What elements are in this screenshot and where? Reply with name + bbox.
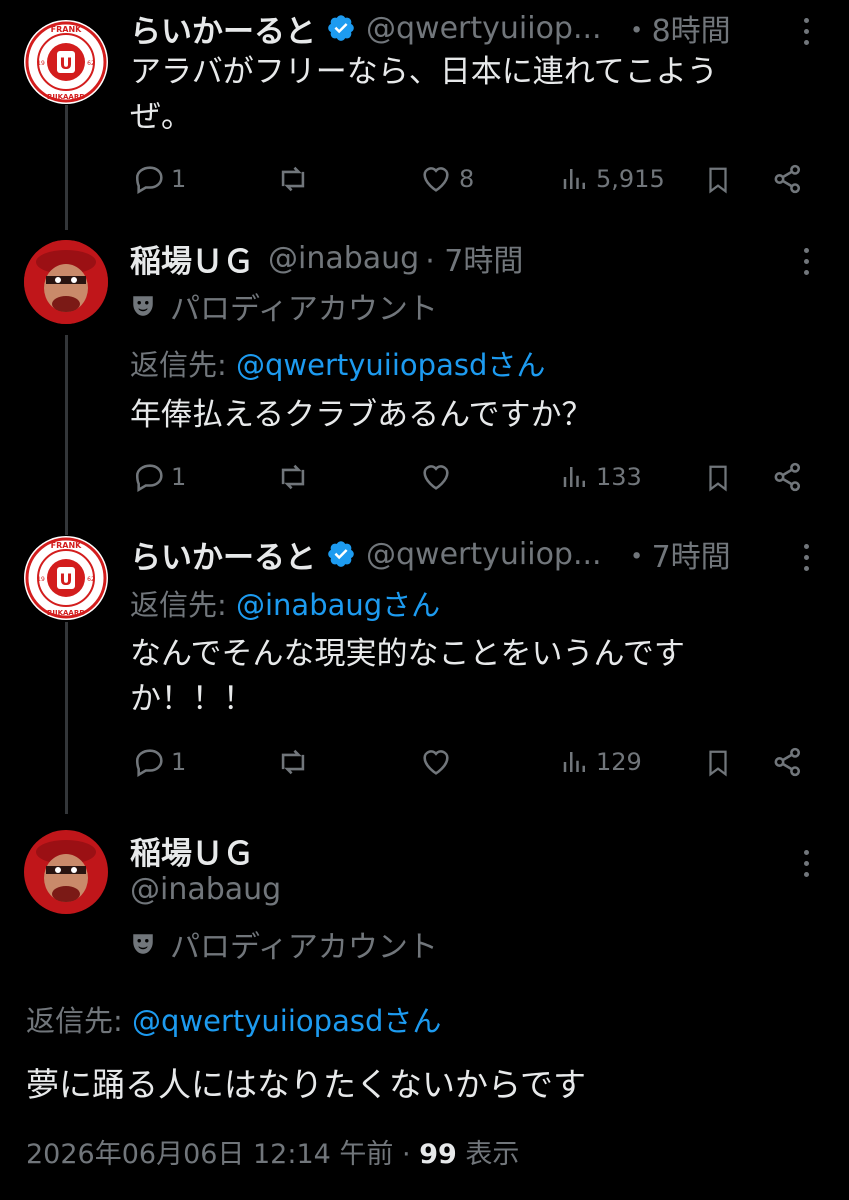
verified-badge-icon[interactable]	[326, 13, 356, 43]
reply-to-line: 返信先: @qwertyuiiopasdさん	[130, 348, 546, 382]
verified-badge-icon[interactable]	[326, 539, 356, 569]
svg-text:RIJKAARD: RIJKAARD	[47, 609, 85, 617]
share-button[interactable]	[771, 162, 805, 196]
svg-text:19: 19	[37, 576, 45, 583]
share-button[interactable]	[771, 745, 805, 779]
views-button[interactable]: 129	[560, 745, 642, 779]
svg-text:U: U	[60, 54, 73, 73]
avatar-inabaug[interactable]	[24, 240, 108, 324]
tweet-text: アラバがフリーなら、日本に連れてこよう ぜ。	[130, 54, 718, 135]
heart-icon	[423, 465, 449, 490]
bookmark-icon	[709, 167, 727, 194]
bookmark-button[interactable]	[703, 745, 733, 781]
svg-text:FRANK: FRANK	[51, 541, 83, 550]
handle[interactable]: @inabaug	[130, 872, 281, 907]
avatar-frank-rijkaard[interactable]: U FRANK RIJKAARD 19 62	[24, 20, 108, 104]
share-icon	[774, 164, 801, 194]
retweet-icon	[281, 749, 305, 775]
parody-label: パロディアカウント	[130, 922, 438, 966]
views-chart-icon	[563, 467, 585, 487]
svg-text:19: 19	[37, 60, 45, 67]
tweet-header: 稲場ＵＧ @inabaug · 7時間	[130, 236, 523, 280]
reply-to-line: 返信先: @inabaugさん	[130, 588, 441, 622]
display-name[interactable]: 稲場ＵＧ	[130, 236, 254, 281]
retweet-button[interactable]	[275, 460, 311, 494]
reply-icon	[135, 464, 163, 493]
reply-button[interactable]: 1	[133, 162, 186, 196]
reply-button[interactable]: 1	[133, 460, 186, 494]
share-icon	[774, 462, 801, 492]
bookmark-button[interactable]	[703, 162, 733, 198]
tweet-header: らいかーると @qwertyuiiop... ・8時間	[130, 6, 731, 50]
bookmark-icon	[709, 465, 727, 492]
reply-to-link[interactable]: @inabaugさん	[236, 588, 440, 622]
reply-to-link[interactable]: @qwertyuiiopasdさん	[236, 348, 545, 382]
main-tweet-text: 夢に踊る人にはなりたくないからです	[26, 1065, 587, 1104]
views-button[interactable]: 133	[560, 460, 642, 494]
views-button[interactable]: 5,915	[560, 162, 665, 196]
views-chart-icon	[563, 169, 585, 189]
main-tweet-meta: 2026年06月06日 12:14 午前 · 99 表示	[26, 1139, 520, 1170]
retweet-button[interactable]	[275, 745, 311, 779]
tweet-header: らいかーると @qwertyuiiop... ・7時間	[130, 532, 731, 576]
display-name[interactable]: らいかーると	[130, 532, 316, 577]
handle[interactable]: @qwertyuiiop...	[366, 11, 602, 46]
bookmark-button[interactable]	[703, 460, 733, 496]
parody-label: パロディアカウント	[130, 284, 438, 328]
svg-text:FRANK: FRANK	[51, 25, 83, 34]
theater-mask-icon	[133, 934, 153, 954]
more-options-icon[interactable]	[804, 544, 810, 577]
theater-mask-icon	[133, 296, 153, 316]
svg-text:RIJKAARD: RIJKAARD	[47, 93, 85, 101]
reply-to-link[interactable]: @qwertyuiiopasdさん	[132, 1004, 441, 1038]
main-timestamp[interactable]: 2026年06月06日 12:14 午前	[26, 1139, 393, 1170]
like-button[interactable]	[419, 745, 459, 779]
thread-line	[65, 335, 68, 535]
svg-text:U: U	[60, 570, 73, 589]
views-chart-icon	[563, 752, 585, 772]
more-options-icon[interactable]	[804, 248, 810, 281]
more-options-icon[interactable]	[804, 18, 810, 51]
share-icon	[774, 747, 801, 777]
rijkaard-logo-icon: U FRANK RIJKAARD 19 62	[25, 537, 107, 619]
avatar-frank-rijkaard[interactable]: U FRANK RIJKAARD 19 62	[24, 536, 108, 620]
avatar-face-icon	[24, 240, 108, 324]
avatar-face-icon	[24, 830, 108, 914]
thread-line	[65, 105, 68, 230]
retweet-button[interactable]	[275, 162, 311, 196]
thread-line	[65, 622, 68, 814]
handle[interactable]: @qwertyuiiop...	[366, 537, 602, 572]
avatar-inabaug[interactable]	[24, 830, 108, 914]
share-button[interactable]	[771, 460, 805, 494]
view-label: 表示	[465, 1139, 520, 1170]
svg-text:62: 62	[87, 60, 95, 67]
reply-icon	[135, 749, 163, 778]
timestamp[interactable]: · 7時間	[425, 236, 523, 280]
like-button[interactable]	[419, 460, 459, 494]
rijkaard-logo-icon: U FRANK RIJKAARD 19 62	[25, 21, 107, 103]
timestamp[interactable]: ・7時間	[622, 532, 731, 576]
display-name[interactable]: らいかーると	[130, 6, 316, 51]
reply-button[interactable]: 1	[133, 745, 186, 779]
tweet-text: なんでそんな現実的なことをいうんです か！！！	[130, 636, 685, 717]
reply-icon	[135, 166, 163, 195]
timestamp[interactable]: ・8時間	[622, 6, 731, 50]
handle[interactable]: @inabaug	[268, 241, 419, 276]
display-name[interactable]: 稲場ＵＧ	[130, 828, 254, 873]
bookmark-icon	[709, 750, 727, 777]
retweet-icon	[281, 166, 305, 192]
reply-to-line: 返信先: @qwertyuiiopasdさん	[26, 1004, 442, 1038]
retweet-icon	[281, 464, 305, 490]
heart-icon	[423, 750, 449, 775]
heart-icon	[423, 167, 449, 192]
more-options-icon[interactable]	[804, 850, 810, 883]
view-count: 99	[419, 1139, 457, 1170]
svg-text:62: 62	[87, 576, 95, 583]
like-button[interactable]: 8	[419, 162, 474, 196]
tweet-text: 年俸払えるクラブあるんですか？	[130, 397, 593, 433]
